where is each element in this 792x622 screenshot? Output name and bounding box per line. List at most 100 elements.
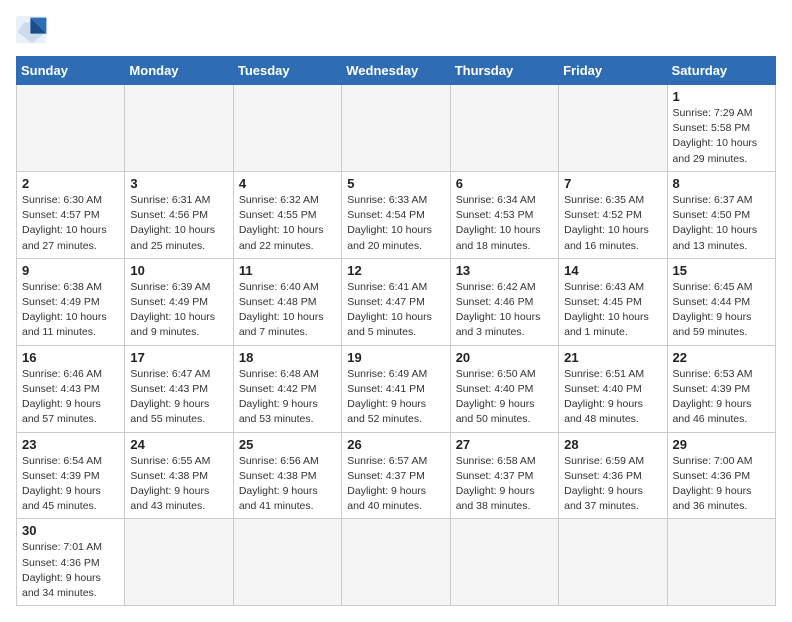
col-header-wednesday: Wednesday [342,57,450,85]
day-info: Sunrise: 7:29 AM Sunset: 5:58 PM Dayligh… [673,106,770,167]
day-cell: 16 Sunrise: 6:46 AM Sunset: 4:43 PM Dayli… [17,345,125,432]
col-header-monday: Monday [125,57,233,85]
day-cell: 19 Sunrise: 6:49 AM Sunset: 4:41 PM Dayli… [342,345,450,432]
day-info: Sunrise: 7:01 AM Sunset: 4:36 PM Dayligh… [22,540,119,601]
col-header-friday: Friday [559,57,667,85]
week-row-5: 23Sunrise: 6:54 AM Sunset: 4:39 PM Dayli… [17,432,776,519]
logo-icon [16,16,48,44]
day-cell [559,519,667,606]
day-number: 30 [22,523,119,538]
logo [16,16,52,44]
day-cell [667,519,775,606]
day-info: Sunrise: 6:59 AM Sunset: 4:36 PM Dayligh… [564,454,661,515]
day-info: Sunrise: 6:54 AM Sunset: 4:39 PM Dayligh… [22,454,119,515]
day-number: 5 [347,176,444,191]
day-number: 22 [673,350,770,365]
calendar-table: SundayMondayTuesdayWednesdayThursdayFrid… [16,56,776,606]
day-info: Sunrise: 6:56 AM Sunset: 4:38 PM Dayligh… [239,454,336,515]
day-cell: 24 Sunrise: 6:55 AM Sunset: 4:38 PM Dayli… [125,432,233,519]
day-number: 26 [347,437,444,452]
day-number: 19 [347,350,444,365]
day-number: 6 [456,176,553,191]
day-info: Sunrise: 6:38 AM Sunset: 4:49 PM Dayligh… [22,280,119,341]
day-info: Sunrise: 6:31 AM Sunset: 4:56 PM Dayligh… [130,193,227,254]
day-number: 25 [239,437,336,452]
day-cell: 17 Sunrise: 6:47 AM Sunset: 4:43 PM Dayli… [125,345,233,432]
day-cell [125,85,233,172]
day-info: Sunrise: 6:57 AM Sunset: 4:37 PM Dayligh… [347,454,444,515]
day-cell: 3 Sunrise: 6:31 AM Sunset: 4:56 PM Daylig… [125,171,233,258]
day-info: Sunrise: 6:50 AM Sunset: 4:40 PM Dayligh… [456,367,553,428]
day-info: Sunrise: 7:00 AM Sunset: 4:36 PM Dayligh… [673,454,770,515]
day-info: Sunrise: 6:39 AM Sunset: 4:49 PM Dayligh… [130,280,227,341]
header-row: SundayMondayTuesdayWednesdayThursdayFrid… [17,57,776,85]
day-number: 15 [673,263,770,278]
day-cell: 1 Sunrise: 7:29 AM Sunset: 5:58 PM Daylig… [667,85,775,172]
day-number: 1 [673,89,770,104]
day-number: 29 [673,437,770,452]
day-info: Sunrise: 6:47 AM Sunset: 4:43 PM Dayligh… [130,367,227,428]
day-cell: 27 Sunrise: 6:58 AM Sunset: 4:37 PM Dayli… [450,432,558,519]
day-info: Sunrise: 6:34 AM Sunset: 4:53 PM Dayligh… [456,193,553,254]
day-info: Sunrise: 6:58 AM Sunset: 4:37 PM Dayligh… [456,454,553,515]
day-number: 27 [456,437,553,452]
day-number: 13 [456,263,553,278]
day-info: Sunrise: 6:40 AM Sunset: 4:48 PM Dayligh… [239,280,336,341]
col-header-sunday: Sunday [17,57,125,85]
day-info: Sunrise: 6:55 AM Sunset: 4:38 PM Dayligh… [130,454,227,515]
day-info: Sunrise: 6:51 AM Sunset: 4:40 PM Dayligh… [564,367,661,428]
week-row-1: 1 Sunrise: 7:29 AM Sunset: 5:58 PM Daylig… [17,85,776,172]
day-cell [125,519,233,606]
day-cell [17,85,125,172]
col-header-thursday: Thursday [450,57,558,85]
day-cell: 20 Sunrise: 6:50 AM Sunset: 4:40 PM Dayli… [450,345,558,432]
day-number: 20 [456,350,553,365]
day-cell: 8Sunrise: 6:37 AM Sunset: 4:50 PM Daylig… [667,171,775,258]
day-info: Sunrise: 6:48 AM Sunset: 4:42 PM Dayligh… [239,367,336,428]
day-info: Sunrise: 6:43 AM Sunset: 4:45 PM Dayligh… [564,280,661,341]
day-info: Sunrise: 6:41 AM Sunset: 4:47 PM Dayligh… [347,280,444,341]
day-cell: 25 Sunrise: 6:56 AM Sunset: 4:38 PM Dayli… [233,432,341,519]
day-number: 3 [130,176,227,191]
day-info: Sunrise: 6:49 AM Sunset: 4:41 PM Dayligh… [347,367,444,428]
day-info: Sunrise: 6:46 AM Sunset: 4:43 PM Dayligh… [22,367,119,428]
day-number: 24 [130,437,227,452]
day-cell: 26 Sunrise: 6:57 AM Sunset: 4:37 PM Dayli… [342,432,450,519]
col-header-tuesday: Tuesday [233,57,341,85]
day-info: Sunrise: 6:42 AM Sunset: 4:46 PM Dayligh… [456,280,553,341]
day-cell: 10Sunrise: 6:39 AM Sunset: 4:49 PM Dayli… [125,258,233,345]
day-info: Sunrise: 6:35 AM Sunset: 4:52 PM Dayligh… [564,193,661,254]
day-cell: 23Sunrise: 6:54 AM Sunset: 4:39 PM Dayli… [17,432,125,519]
day-number: 8 [673,176,770,191]
day-info: Sunrise: 6:30 AM Sunset: 4:57 PM Dayligh… [22,193,119,254]
day-cell: 11Sunrise: 6:40 AM Sunset: 4:48 PM Dayli… [233,258,341,345]
day-cell: 29 Sunrise: 7:00 AM Sunset: 4:36 PM Dayli… [667,432,775,519]
day-cell: 14Sunrise: 6:43 AM Sunset: 4:45 PM Dayli… [559,258,667,345]
day-cell: 7 Sunrise: 6:35 AM Sunset: 4:52 PM Daylig… [559,171,667,258]
day-number: 17 [130,350,227,365]
day-number: 9 [22,263,119,278]
day-number: 12 [347,263,444,278]
day-number: 7 [564,176,661,191]
day-cell [450,85,558,172]
day-number: 4 [239,176,336,191]
day-cell: 5 Sunrise: 6:33 AM Sunset: 4:54 PM Daylig… [342,171,450,258]
week-row-3: 9 Sunrise: 6:38 AM Sunset: 4:49 PM Daylig… [17,258,776,345]
header [16,16,776,44]
day-cell: 2 Sunrise: 6:30 AM Sunset: 4:57 PM Daylig… [17,171,125,258]
day-info: Sunrise: 6:45 AM Sunset: 4:44 PM Dayligh… [673,280,770,341]
day-cell: 4 Sunrise: 6:32 AM Sunset: 4:55 PM Daylig… [233,171,341,258]
day-cell [233,85,341,172]
day-cell [342,85,450,172]
day-info: Sunrise: 6:53 AM Sunset: 4:39 PM Dayligh… [673,367,770,428]
day-cell: 22 Sunrise: 6:53 AM Sunset: 4:39 PM Dayli… [667,345,775,432]
day-cell: 12 Sunrise: 6:41 AM Sunset: 4:47 PM Dayli… [342,258,450,345]
day-cell: 6 Sunrise: 6:34 AM Sunset: 4:53 PM Daylig… [450,171,558,258]
day-info: Sunrise: 6:33 AM Sunset: 4:54 PM Dayligh… [347,193,444,254]
day-info: Sunrise: 6:32 AM Sunset: 4:55 PM Dayligh… [239,193,336,254]
day-number: 16 [22,350,119,365]
day-cell: 21 Sunrise: 6:51 AM Sunset: 4:40 PM Dayli… [559,345,667,432]
day-cell: 15 Sunrise: 6:45 AM Sunset: 4:44 PM Dayli… [667,258,775,345]
day-number: 2 [22,176,119,191]
day-number: 21 [564,350,661,365]
